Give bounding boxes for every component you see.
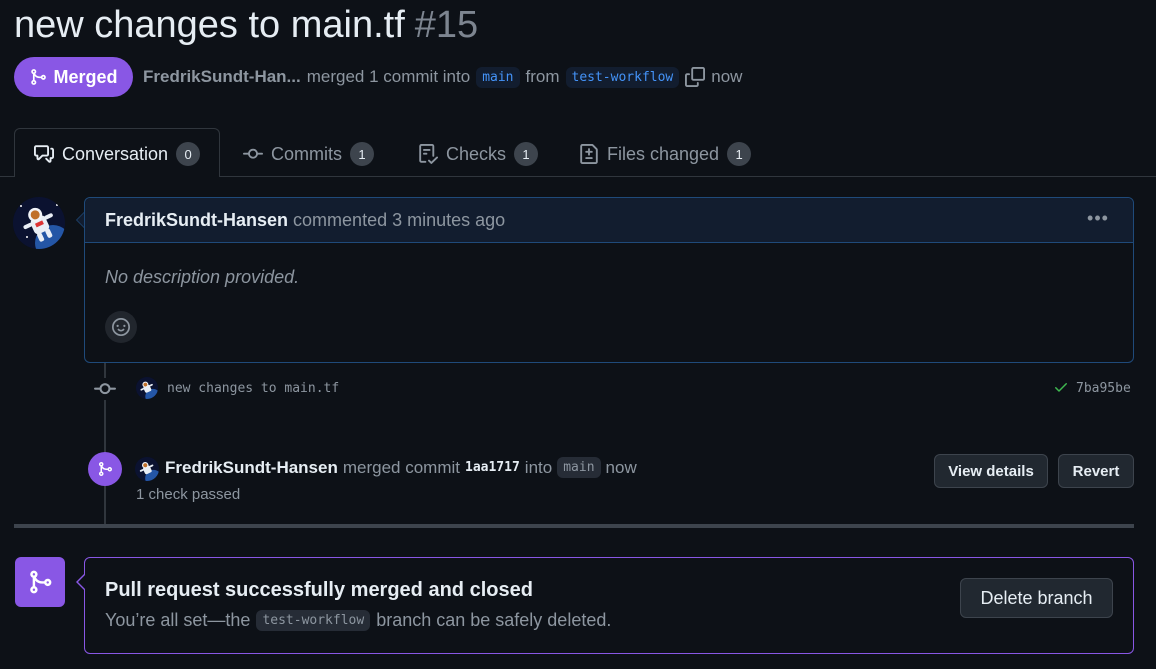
pr-merge-summary: FredrikSundt-Han... merged 1 commit into… — [143, 63, 742, 91]
pr-number: #15 — [414, 4, 479, 46]
commit-node-icon — [94, 378, 116, 400]
merged-status-icon — [15, 557, 65, 607]
file-diff-icon — [580, 144, 598, 164]
pr-title-text: new changes to main.tf — [14, 4, 405, 46]
checks-passed-link[interactable]: 1 check passed — [136, 486, 240, 503]
merge-action: merged commit — [342, 457, 460, 477]
git-merge-icon — [30, 570, 52, 594]
merge-event-text: FredrikSundt-Hansen merged commit 1aa171… — [165, 457, 637, 478]
base-branch-label[interactable]: main — [476, 66, 520, 88]
git-merge-icon — [99, 462, 113, 476]
astronaut-icon — [135, 457, 159, 481]
view-details-button[interactable]: View details — [934, 454, 1048, 488]
tab-commits-label: Commits — [271, 143, 342, 164]
revert-button[interactable]: Revert — [1058, 454, 1134, 488]
check-icon[interactable] — [1053, 379, 1069, 395]
comment-time[interactable]: 3 minutes ago — [392, 210, 505, 230]
timeline-divider — [14, 524, 1134, 528]
head-branch-label[interactable]: test-workflow — [565, 66, 680, 88]
tab-checks[interactable]: Checks 1 — [418, 138, 539, 170]
from-word: from — [525, 67, 560, 86]
merged-box-sub-before: You’re all set—the — [105, 610, 251, 630]
merge-event-time[interactable]: now — [606, 458, 637, 478]
tab-checks-label: Checks — [446, 143, 507, 164]
git-commit-icon — [243, 148, 263, 159]
merged-box-caret-fill — [78, 575, 85, 589]
merged-box-subtitle: You’re all set—the test-workflow branch … — [105, 610, 611, 631]
delete-branch-button[interactable]: Delete branch — [960, 578, 1113, 618]
git-merge-icon — [31, 69, 47, 85]
comment-body: No description provided. — [105, 267, 300, 287]
tab-conversation-counter: 0 — [176, 142, 201, 166]
merge-branch-label[interactable]: main — [557, 457, 601, 478]
comment-action: commented — [293, 210, 388, 230]
tab-commits-counter: 1 — [350, 142, 374, 166]
merged-box-title: Pull request successfully merged and clo… — [105, 579, 533, 601]
comment-caret-fill — [77, 213, 84, 227]
tab-conversation-label: Conversation — [62, 143, 169, 164]
merged-phrase: merged 1 commit into — [306, 67, 471, 86]
merged-box-sub-after: branch can be safely deleted. — [376, 610, 612, 630]
tab-conversation[interactable]: Conversation 0 — [34, 138, 201, 170]
astronaut-icon — [136, 377, 158, 399]
add-reaction-button[interactable] — [105, 311, 137, 343]
merged-state-badge: Merged — [14, 57, 133, 97]
smiley-icon — [112, 318, 130, 336]
merge-sha-link[interactable]: 1aa1717 — [465, 460, 520, 475]
comment-options-kebab-icon[interactable]: ••• — [1085, 208, 1111, 232]
merge-event-node — [88, 452, 122, 486]
comment-author-avatar[interactable] — [13, 197, 65, 249]
pr-title: new changes to main.tf #15 — [14, 2, 478, 48]
merged-state-label: Merged — [53, 66, 118, 87]
merged-box-branch[interactable]: test-workflow — [256, 610, 371, 631]
copy-icon[interactable] — [685, 67, 706, 87]
comment-discussion-icon — [34, 145, 54, 163]
astronaut-icon — [13, 197, 65, 249]
commit-sha-link[interactable]: 7ba95be — [1076, 381, 1131, 396]
tab-commits[interactable]: Commits 1 — [243, 138, 374, 170]
merge-author-avatar[interactable] — [135, 457, 159, 481]
checklist-icon — [419, 144, 438, 164]
merge-author-link[interactable]: FredrikSundt-Hansen — [165, 458, 338, 478]
comment-header-text: FredrikSundt-Hansen commented 3 minutes … — [105, 210, 505, 231]
comment-author-link[interactable]: FredrikSundt-Hansen — [105, 210, 288, 230]
pr-author-link[interactable]: FredrikSundt-Han... — [143, 67, 301, 87]
tab-checks-counter: 1 — [514, 142, 539, 166]
merge-time: now — [711, 67, 743, 86]
tab-files-changed-label: Files changed — [607, 143, 720, 164]
tab-files-changed-counter: 1 — [727, 142, 752, 166]
into-word: into — [524, 457, 553, 477]
commit-author-avatar[interactable] — [136, 377, 158, 399]
commit-message-link[interactable]: new changes to main.tf — [167, 381, 339, 396]
tab-files-changed[interactable]: Files changed 1 — [579, 138, 752, 170]
